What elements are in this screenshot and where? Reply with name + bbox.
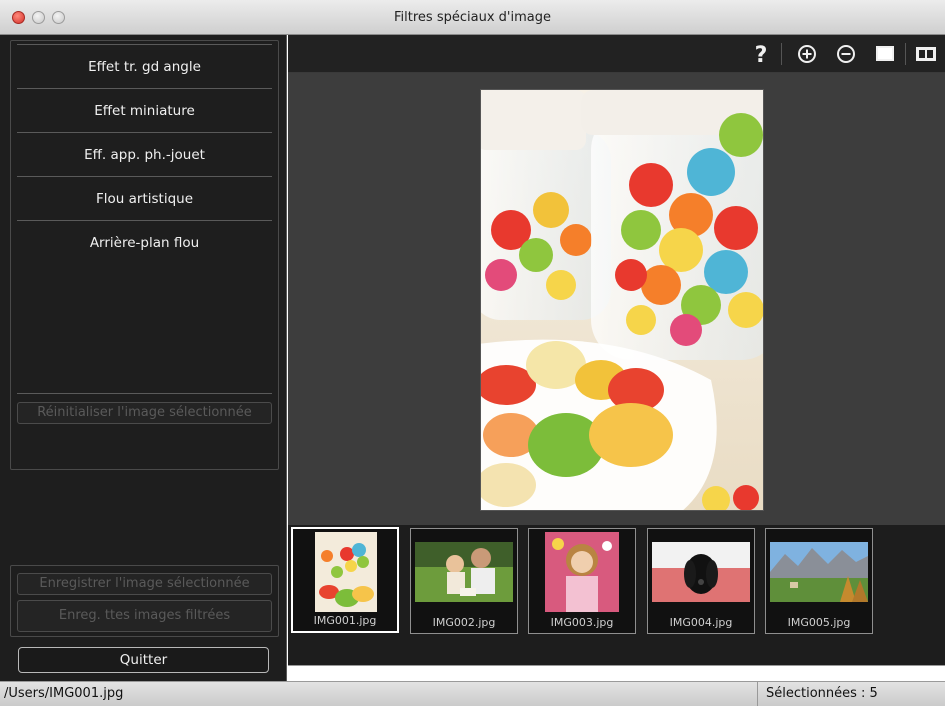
thumbnail-image: [415, 532, 513, 612]
thumbnail-img001[interactable]: IMG001.jpg: [291, 527, 399, 633]
thumbnail-filename: IMG003.jpg: [550, 616, 614, 629]
thumbnail-image: [770, 532, 868, 612]
filter-list: Effet tr. gd angle Effet miniature Eff. …: [10, 40, 279, 470]
thumbnail-img005[interactable]: IMG005.jpg: [765, 528, 873, 634]
close-window-button[interactable]: [12, 11, 25, 24]
selected-count: Sélectionnées : 5: [766, 686, 878, 701]
thumbnail-img004[interactable]: IMG004.jpg: [647, 528, 755, 634]
save-selected-button[interactable]: Enregistrer l'image sélectionnée: [17, 573, 272, 595]
thumbnail-filename: IMG004.jpg: [669, 616, 733, 629]
filmstrip-scroll-area[interactable]: [288, 665, 945, 681]
compare-view-icon[interactable]: [915, 41, 937, 67]
toolbar: ?: [288, 35, 945, 73]
save-group: Enregistrer l'image sélectionnée Enreg. …: [10, 565, 279, 637]
filter-wide-angle[interactable]: Effet tr. gd angle: [17, 44, 272, 88]
title-bar: Filtres spéciaux d'image: [0, 0, 945, 35]
thumbnail-image: [297, 532, 395, 612]
filter-blur-background[interactable]: Arrière-plan flou: [17, 220, 272, 264]
toolbar-divider: [781, 43, 782, 65]
preview-image[interactable]: [480, 89, 764, 511]
thumbnail-strip: IMG001.jpg IMG002.jpg IMG003.jpg IMG004.…: [288, 525, 945, 665]
save-all-button[interactable]: Enreg. ttes images filtrées: [17, 600, 272, 632]
toolbar-divider: [905, 43, 906, 65]
divider: [757, 682, 758, 706]
thumbnail-img003[interactable]: IMG003.jpg: [528, 528, 636, 634]
filter-panel: Effet tr. gd angle Effet miniature Eff. …: [0, 35, 287, 681]
full-screen-icon[interactable]: [874, 41, 896, 67]
thumbnail-img002[interactable]: IMG002.jpg: [410, 528, 518, 634]
thumbnail-filename: IMG001.jpg: [313, 614, 377, 627]
file-path: /Users/IMG001.jpg: [4, 686, 124, 701]
filter-soft-focus[interactable]: Flou artistique: [17, 176, 272, 220]
svg-text:?: ?: [755, 43, 768, 67]
window-title: Filtres spéciaux d'image: [394, 10, 551, 25]
reset-image-button[interactable]: Réinitialiser l'image sélectionnée: [17, 402, 272, 424]
thumbnail-filename: IMG002.jpg: [432, 616, 496, 629]
thumbnail-image: [652, 532, 750, 612]
thumbnail-image: [533, 532, 631, 612]
zoom-in-icon[interactable]: [796, 41, 818, 67]
zoom-window-button[interactable]: [52, 11, 65, 24]
minimize-window-button[interactable]: [32, 11, 45, 24]
question-mark-icon[interactable]: ?: [752, 41, 770, 67]
zoom-out-icon[interactable]: [835, 41, 857, 67]
preview-area: [288, 73, 945, 525]
status-bar: /Users/IMG001.jpg Sélectionnées : 5: [0, 681, 945, 706]
divider: [17, 393, 272, 394]
filter-toy-camera[interactable]: Eff. app. ph.-jouet: [17, 132, 272, 176]
thumbnail-filename: IMG005.jpg: [787, 616, 851, 629]
quit-button[interactable]: Quitter: [18, 647, 269, 673]
filter-miniature[interactable]: Effet miniature: [17, 88, 272, 132]
